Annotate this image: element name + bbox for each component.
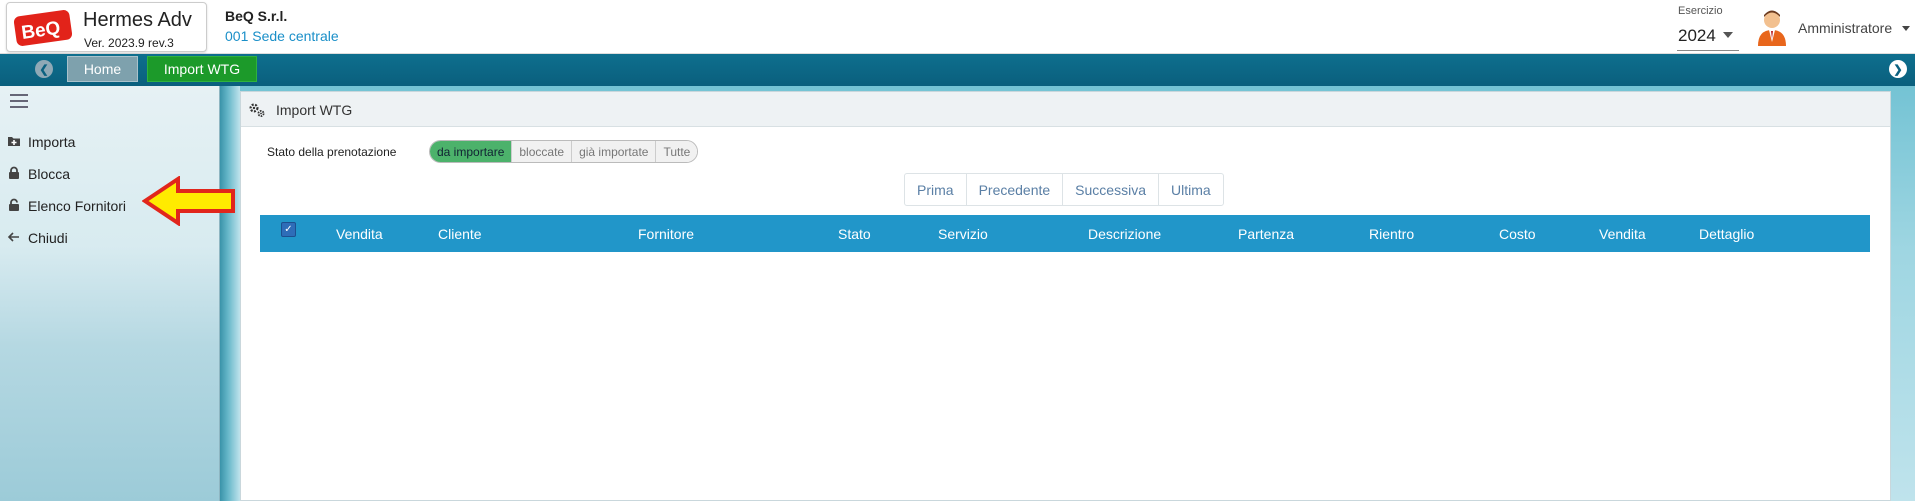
column-header[interactable]: Fornitore	[638, 226, 694, 242]
tabs-next-icon[interactable]: ❯	[1889, 60, 1907, 78]
caret-down-icon	[1723, 32, 1733, 38]
sidebar-item-importa[interactable]: Importa	[0, 126, 220, 158]
filter-bloccate[interactable]: bloccate	[511, 141, 572, 162]
filter-gia-importate[interactable]: già importate	[571, 141, 656, 162]
pagination: Prima Precedente Successiva Ultima	[904, 173, 1224, 206]
esercizio-value: 2024	[1678, 26, 1716, 45]
lock-icon	[9, 166, 19, 179]
sidebar: Importa Blocca Elenco Fornitori Chiudi	[0, 86, 220, 501]
folder-plus-icon	[8, 137, 20, 146]
esercizio-select[interactable]: Esercizio 2024	[1677, 5, 1739, 51]
yellow-arrow-icon	[142, 176, 235, 226]
column-header[interactable]: Cliente	[438, 226, 482, 242]
column-header[interactable]: Vendita	[1599, 226, 1646, 242]
column-header[interactable]: Rientro	[1369, 226, 1414, 242]
esercizio-label: Esercizio	[1678, 5, 1723, 17]
user-avatar[interactable]	[1755, 8, 1789, 46]
column-header[interactable]: Costo	[1499, 226, 1536, 242]
app-version: Ver. 2023.9 rev.3	[84, 36, 174, 50]
sidebar-item-label: Chiudi	[28, 230, 68, 246]
booking-status-filter: da importare bloccate già importate Tutt…	[429, 140, 699, 163]
pager-last-button[interactable]: Ultima	[1157, 174, 1223, 205]
app-header: BeQ Hermes Adv Ver. 2023.9 rev.3 BeQ S.r…	[0, 0, 1915, 54]
sidebar-item-chiudi[interactable]: Chiudi	[0, 222, 220, 254]
sidebar-item-label: Blocca	[28, 166, 71, 182]
tabs-prev-icon[interactable]: ❮	[35, 60, 53, 78]
tab-bar: ❮ Home Import WTG ❯	[0, 54, 1915, 86]
app-logo-box[interactable]: BeQ Hermes Adv Ver. 2023.9 rev.3	[6, 2, 207, 52]
pager-first-button[interactable]: Prima	[905, 174, 966, 205]
tab-home[interactable]: Home	[67, 56, 138, 82]
column-header[interactable]: Descrizione	[1088, 226, 1161, 242]
sidebar-item-label: Importa	[28, 134, 76, 150]
filter-tutte[interactable]: Tutte	[655, 141, 698, 162]
caret-down-icon[interactable]	[1902, 26, 1910, 31]
company-site-link[interactable]: 001 Sede centrale	[225, 28, 339, 44]
filter-da-importare[interactable]: da importare	[430, 141, 512, 162]
tab-import-wtg[interactable]: Import WTG	[147, 56, 257, 82]
column-header[interactable]: Vendita	[336, 226, 383, 242]
panel-header: Import WTG	[241, 92, 1890, 127]
filter-label: Stato della prenotazione	[267, 145, 397, 159]
column-header[interactable]: Partenza	[1238, 226, 1294, 242]
sidebar-item-label: Elenco Fornitori	[28, 198, 127, 214]
select-all-checkbox[interactable]: ✓	[281, 222, 296, 237]
user-name[interactable]: Amministratore	[1798, 20, 1892, 36]
column-header[interactable]: Dettaglio	[1699, 226, 1754, 242]
app-name: Hermes Adv	[83, 9, 192, 31]
panel-title: Import WTG	[276, 102, 353, 118]
column-header[interactable]: Stato	[838, 226, 871, 242]
beq-logo: BeQ	[13, 10, 73, 46]
table-header: ✓ Vendita Cliente Fornitore Stato Serviz…	[260, 215, 1870, 252]
import-wtg-panel: Import WTG Stato della prenotazione da i…	[240, 91, 1891, 501]
pager-previous-button[interactable]: Precedente	[965, 174, 1063, 205]
cogs-icon	[249, 103, 265, 117]
unlock-icon	[9, 198, 19, 211]
hamburger-menu-icon[interactable]	[10, 94, 28, 108]
column-header[interactable]: Servizio	[938, 226, 988, 242]
arrow-left-icon	[7, 232, 19, 242]
pager-next-button[interactable]: Successiva	[1062, 174, 1158, 205]
sidebar-border	[220, 86, 240, 501]
company-name: BeQ S.r.l.	[225, 8, 288, 24]
